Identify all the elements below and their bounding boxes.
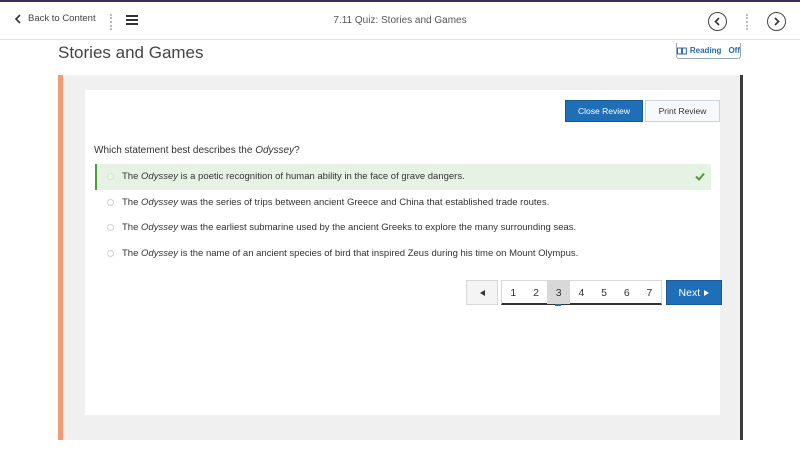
divider [746,14,748,30]
quiz-panel: Close Review Print Review Which statemen… [58,75,743,440]
chevron-left-icon [14,13,21,24]
answer-text: The Odyssey is the name of an ancient sp… [122,247,579,259]
quiz-title: 7.11 Quiz: Stories and Games [333,15,467,26]
answer-text: The Odyssey is a poetic recognition of h… [122,171,465,183]
page-numbers: 1 2 3 4 5 6 7 [501,280,662,306]
chevron-left-icon [714,17,720,26]
close-review-button[interactable]: Close Review [565,100,643,122]
pagination: 1 2 3 4 5 6 7 Next [466,280,722,306]
back-to-content-link[interactable]: Back to Content [14,13,96,24]
question-card: Close Review Print Review Which statemen… [85,90,722,415]
divider [110,14,112,30]
page-5-button[interactable]: 5 [593,281,616,304]
page-2-button[interactable]: 2 [525,281,548,304]
page-title: Stories and Games [58,43,204,62]
reading-toggle[interactable]: Reading Off [676,43,741,59]
chevron-right-icon [774,17,780,26]
next-activity-button[interactable] [767,12,786,31]
print-review-button[interactable]: Print Review [645,100,720,122]
next-label: Next [678,286,701,299]
panel-edge [740,75,743,440]
previous-page-button[interactable] [466,280,498,305]
reading-label: Reading [689,46,722,55]
page-1-button[interactable]: 1 [502,281,525,304]
radio-button[interactable] [107,249,114,257]
question-suffix: ? [294,145,300,156]
top-bar: Back to Content 7.11 Quiz: Stories and G… [0,0,800,40]
page-3-button[interactable]: 3 [547,281,571,306]
answer-option-2[interactable]: The Odyssey was the series of trips betw… [95,190,711,216]
answer-text: The Odyssey was the earliest submarine u… [122,222,577,234]
page-4-button[interactable]: 4 [570,281,593,304]
reading-icon [677,47,687,54]
page-6-button[interactable]: 6 [615,281,638,304]
triangle-left-icon [479,289,485,296]
radio-button[interactable] [107,173,114,181]
answer-list: The Odyssey is a poetic recognition of h… [95,164,711,266]
menu-icon[interactable] [126,15,138,25]
accent-bar [58,75,63,440]
back-label: Back to Content [28,13,96,24]
answer-option-1[interactable]: The Odyssey is a poetic recognition of h… [95,164,711,190]
radio-button[interactable] [107,198,114,206]
page-7-button[interactable]: 7 [638,281,661,304]
next-button[interactable]: Next [665,280,722,305]
radio-button[interactable] [107,224,114,232]
answer-option-4[interactable]: The Odyssey is the name of an ancient sp… [95,241,711,267]
checkmark-icon [695,172,705,181]
answer-option-3[interactable]: The Odyssey was the earliest submarine u… [95,215,711,241]
question-title-italic: Odyssey [255,145,295,156]
question-prefix: Which statement best describes the [94,145,256,156]
answer-text: The Odyssey was the series of trips betw… [122,196,550,208]
previous-activity-button[interactable] [708,12,727,31]
question-text: Which statement best describes the Odyss… [94,145,300,156]
triangle-right-icon [704,289,710,296]
reading-state: Off [728,46,740,55]
